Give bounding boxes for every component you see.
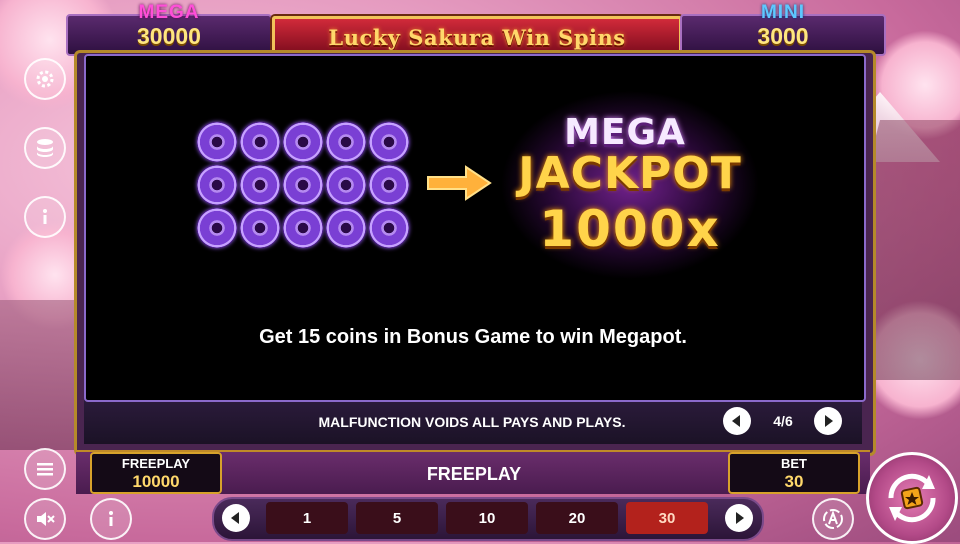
balance-label: FREEPLAY <box>121 456 191 471</box>
bonus-coin-icon <box>197 122 237 162</box>
hamburger-menu-icon <box>37 463 53 476</box>
bonus-coin-icon <box>283 122 323 162</box>
bet-value: 30 <box>784 472 804 491</box>
bonus-coin-icon <box>326 165 366 205</box>
bonus-coin-icon <box>197 208 237 248</box>
bonus-coin-icon <box>240 122 280 162</box>
bet-option-10[interactable]: 10 <box>446 502 528 534</box>
bet-option-20[interactable]: 20 <box>536 502 618 534</box>
info-icon <box>43 209 47 224</box>
info-button[interactable] <box>24 196 66 238</box>
jackpot-word: JACKPOT <box>518 148 742 199</box>
info-icon <box>109 511 113 526</box>
sound-muted-icon <box>37 512 55 526</box>
chevron-left-icon <box>231 512 239 524</box>
bonus-coin-icon <box>240 165 280 205</box>
arrow-right-icon <box>427 165 492 201</box>
coin-grid <box>197 122 411 252</box>
history-button[interactable] <box>24 127 66 169</box>
autoplay-button[interactable] <box>812 498 854 540</box>
bet-option-1[interactable]: 1 <box>266 502 348 534</box>
bonus-coin-icon <box>369 208 409 248</box>
bonus-coin-icon <box>369 122 409 162</box>
menu-button[interactable] <box>24 448 66 490</box>
bet-label: BET <box>781 456 807 471</box>
balance-box: FREEPLAY 10000 <box>90 452 222 494</box>
mega-word: MEGA <box>564 112 686 153</box>
bonus-coin-icon <box>369 165 409 205</box>
bonus-coin-icon <box>326 208 366 248</box>
bonus-coin-icon <box>240 208 280 248</box>
bonus-coin-icon <box>197 165 237 205</box>
game-title: Lucky Sakura Win Spins <box>328 24 626 50</box>
bonus-coin-icon <box>326 122 366 162</box>
bet-box: BET 30 <box>728 452 860 494</box>
database-icon <box>37 139 53 157</box>
spin-icon <box>888 473 936 523</box>
next-page-button[interactable] <box>814 407 842 435</box>
spin-button[interactable] <box>866 452 958 544</box>
balance-value: 10000 <box>132 472 180 491</box>
mode-label: FREEPLAY <box>426 464 522 484</box>
bet-decrease-button[interactable] <box>222 504 250 532</box>
autoplay-icon <box>823 509 843 529</box>
mega-jackpot-value: 30000 <box>137 23 201 49</box>
paytable-description: Get 15 coins in Bonus Game to win Megapo… <box>259 326 687 348</box>
jackpot-multiplier: 1000x <box>539 200 721 258</box>
bonus-coin-icon <box>283 165 323 205</box>
bonus-coin-icon <box>283 208 323 248</box>
mini-jackpot-label: MINI <box>760 2 806 23</box>
previous-page-button[interactable] <box>723 407 751 435</box>
page-indicator: 4/6 <box>773 413 793 429</box>
chevron-right-icon <box>736 512 744 524</box>
bet-increase-button[interactable] <box>725 504 753 532</box>
sound-button[interactable] <box>24 498 66 540</box>
malfunction-notice: MALFUNCTION VOIDS ALL PAYS AND PLAYS. <box>318 414 626 430</box>
chevron-right-icon <box>825 415 833 427</box>
bet-option-30[interactable]: 30 <box>626 502 708 534</box>
mini-jackpot-value: 3000 <box>757 23 809 49</box>
paytable-info-button[interactable] <box>90 498 132 540</box>
mega-jackpot-label: MEGA <box>138 2 200 23</box>
chevron-left-icon <box>732 415 740 427</box>
settings-button[interactable] <box>24 58 66 100</box>
gear-icon <box>36 70 54 88</box>
bet-option-5[interactable]: 5 <box>356 502 438 534</box>
